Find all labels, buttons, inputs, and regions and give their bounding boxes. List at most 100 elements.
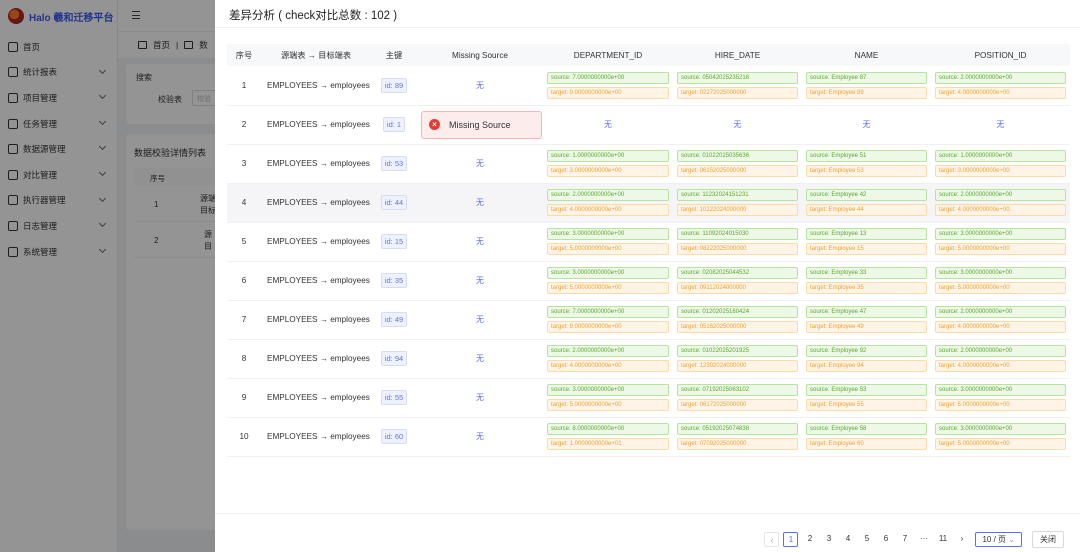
none-text: 无 [604,120,612,129]
hire-date-cell: source: 01022025201925 target: 1230202400… [673,339,802,379]
missing-source-cell: 无 [417,339,543,379]
drawer-title: 差异分析 ( check对比总数 : 102 ) [229,10,398,22]
table-row[interactable]: 8 EMPLOYEES → employees id: 94 无 source: 2.0… [227,339,1070,379]
page-number[interactable]: 4 [840,532,855,547]
source-value-tag: source: 2.0000000000e+00 [935,189,1066,201]
error-icon: × [429,119,440,130]
name-cell: source: Employee 47 target: Employee 49 [802,300,931,340]
department-id-cell: source: 2.0000000000e+00 target: 4.000000… [543,183,673,223]
target-value-tag: target: 5.0000000000e+00 [935,282,1066,294]
target-value-tag: target: Employee 94 [806,360,927,372]
hire-date-cell: source: 11092024015030 target: 0822202500… [673,222,802,262]
row-index: 5 [227,222,261,262]
target-value-tag: target: 06172025000000 [677,399,798,411]
primary-key-tag: id: 55 [380,390,408,405]
row-tables: EMPLOYEES → employees [261,222,371,262]
target-value-tag: target: 3.0000000000e+00 [547,165,669,177]
position-id-cell: 无 [931,105,1070,145]
target-value-tag: target: 4.0000000000e+00 [935,204,1066,216]
page-ellipsis[interactable]: ··· [916,532,931,547]
page-number[interactable]: 11 [935,532,950,547]
table-row[interactable]: 4 EMPLOYEES → employees id: 44 无 source: 2.0… [227,183,1070,223]
target-value-tag: target: Employee 53 [806,165,927,177]
source-value-tag: source: 02082025044532 [677,267,798,279]
target-value-tag: target: 9.0000000000e+00 [547,321,669,333]
close-button[interactable]: 关闭 [1032,531,1064,548]
col-index: 序号 [227,44,261,66]
missing-source-cell: 无 [417,66,543,106]
row-pk-cell: id: 60 [371,417,417,457]
target-value-tag: target: 5.0000000000e+00 [547,243,669,255]
divider [215,27,1080,28]
source-value-tag: source: 1.0000000000e+00 [547,150,669,162]
table-row[interactable]: 6 EMPLOYEES → employees id: 35 无 source: 3.0… [227,261,1070,301]
source-value-tag: source: 7.0000000000e+00 [547,306,669,318]
table-row[interactable]: 2 EMPLOYEES → employees id: 1 × Missing Sour… [227,105,1070,145]
department-id-cell: source: 3.0000000000e+00 target: 5.000000… [543,378,673,418]
source-value-tag: source: 11232024151231 [677,189,798,201]
source-value-tag: source: 1.0000000000e+00 [935,150,1066,162]
page-number[interactable]: 5 [859,532,874,547]
row-pk-cell: id: 89 [371,66,417,106]
source-value-tag: source: 3.0000000000e+00 [935,267,1066,279]
page-number[interactable]: 2 [802,532,817,547]
row-tables: EMPLOYEES → employees [261,417,371,457]
position-id-cell: source: 2.0000000000e+00 target: 4.000000… [931,339,1070,379]
source-value-tag: source: 01022025201925 [677,345,798,357]
source-value-tag: source: Employee 92 [806,345,927,357]
name-cell: source: Employee 42 target: Employee 44 [802,183,931,223]
table-row[interactable]: 3 EMPLOYEES → employees id: 53 无 source: 1.0… [227,144,1070,184]
row-index: 10 [227,417,261,457]
department-id-cell: source: 3.0000000000e+00 target: 5.000000… [543,222,673,262]
name-cell: source: Employee 92 target: Employee 94 [802,339,931,379]
none-text: 无 [862,120,871,129]
row-index: 2 [227,105,261,145]
department-id-cell: source: 8.0000000000e+00 target: 1.000000… [543,417,673,457]
missing-source-label: Missing Source [449,119,511,130]
target-value-tag: target: 5.0000000000e+00 [547,282,669,294]
target-value-tag: target: 4.0000000000e+00 [547,360,669,372]
page-number[interactable]: 6 [878,532,893,547]
row-pk-cell: id: 35 [371,261,417,301]
next-page-button[interactable]: › [954,532,969,547]
source-value-tag: source: 11092024015030 [677,228,798,240]
source-value-tag: source: 01022025035636 [677,150,798,162]
page-number[interactable]: 3 [821,532,836,547]
hire-date-cell: source: 02082025044532 target: 0911202400… [673,261,802,301]
position-id-cell: source: 3.0000000000e+00 target: 5.000000… [931,261,1070,301]
hire-date-cell: source: 11232024151231 target: 1022202400… [673,183,802,223]
source-value-tag: source: Employee 42 [806,189,927,201]
position-id-cell: source: 3.0000000000e+00 target: 5.000000… [931,378,1070,418]
source-value-tag: source: 3.0000000000e+00 [547,384,669,396]
source-value-tag: source: Employee 33 [806,267,927,279]
none-text: 无 [476,354,484,363]
primary-key-tag: id: 1 [382,117,406,132]
table-row[interactable]: 5 EMPLOYEES → employees id: 15 无 source: 3.0… [227,222,1070,262]
page-number[interactable]: 7 [897,532,912,547]
name-cell: 无 [802,105,931,145]
row-tables: EMPLOYEES → employees [261,261,371,301]
table-row[interactable]: 10 EMPLOYEES → employees id: 60 无 source: 8.… [227,417,1070,457]
target-value-tag: target: 5.0000000000e+00 [935,243,1066,255]
diff-analysis-drawer: 差异分析 ( check对比总数 : 102 ) 序号 源端表 → 目标端表 主… [215,0,1080,552]
missing-source-cell: 无 [417,183,543,223]
hire-date-cell: source: 05192025074838 target: 0709202500… [673,417,802,457]
page-size-select[interactable]: 10 / 页 ⌄ [975,532,1022,547]
department-id-cell: source: 2.0000000000e+00 target: 4.000000… [543,339,673,379]
page-number[interactable]: 1 [783,532,799,547]
row-index: 8 [227,339,261,379]
position-id-cell: source: 3.0000000000e+00 target: 5.000000… [931,222,1070,262]
row-tables: EMPLOYEES → employees [261,144,371,184]
prev-page-button[interactable]: ‹ [764,532,780,547]
none-text: 无 [476,198,484,207]
hire-date-cell: source: 01202025160424 target: 0516202500… [673,300,802,340]
table-row[interactable]: 7 EMPLOYEES → employees id: 49 无 source: 7.0… [227,300,1070,340]
missing-source-cell: × Missing Source [417,105,543,145]
pagination: ‹ 1 2 3 4 5 6 7 ··· 11 › 10 / 页 ⌄ 关闭 [764,531,1064,548]
row-tables: EMPLOYEES → employees [261,105,371,145]
table-row[interactable]: 1 EMPLOYEES → employees id: 89 无 source: 7.0… [227,66,1070,106]
missing-source-cell: 无 [417,417,543,457]
source-value-tag: source: 3.0000000000e+00 [547,267,669,279]
source-value-tag: source: 3.0000000000e+00 [547,228,669,240]
table-row[interactable]: 9 EMPLOYEES → employees id: 55 无 source: 3.0… [227,378,1070,418]
